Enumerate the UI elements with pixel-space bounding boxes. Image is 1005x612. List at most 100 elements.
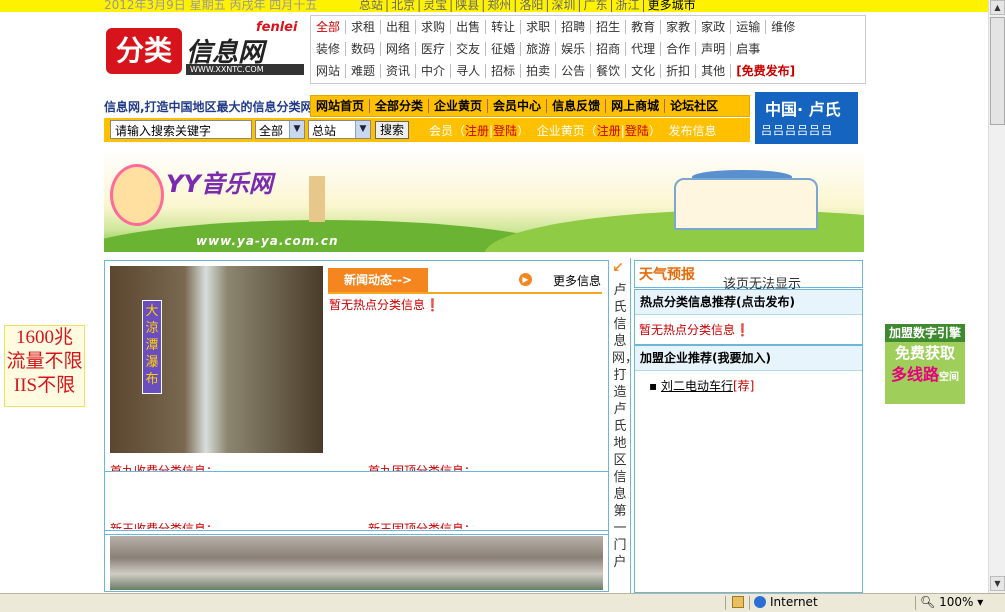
city-link[interactable]: 广东 [581,0,609,12]
member-links: 会员（注册|登陆） 企业黄页（注册|登陆） 发布信息 [429,124,717,138]
category-link[interactable]: 招商 [591,42,627,56]
category-link[interactable]: 求租 [346,20,382,34]
category-link[interactable]: 医疗 [416,42,452,56]
hot-info-title[interactable]: 热点分类信息推荐(点击发布) [635,290,862,315]
banner-ad[interactable]: YY音乐网 www.ya-ya.com.cn [104,150,864,252]
search-bar: 请输入搜索关键字 全部 ▼ 总站 ▼ 搜索 会员（注册|登陆） 企业黄页（注册|… [104,118,750,142]
scroll-up-icon[interactable]: ▲ [990,0,1005,15]
category-link[interactable]: 维修 [766,20,800,34]
category-link[interactable]: 教育 [626,20,662,34]
category-link[interactable]: 出租 [381,20,417,34]
category-link[interactable]: 折扣 [661,64,697,78]
category-link[interactable]: 资讯 [381,64,417,78]
category-link[interactable]: 招生 [591,20,627,34]
category-link[interactable]: 网站 [311,64,347,78]
category-link[interactable]: 招聘 [556,20,592,34]
category-link[interactable]: 声明 [696,42,732,56]
category-link[interactable]: 公告 [556,64,592,78]
category-link[interactable]: 全部 [311,20,347,34]
category-link[interactable]: 招标 [486,64,522,78]
more-info-link[interactable]: 更多信息 [553,272,601,289]
region-box[interactable]: 中国· 卢氏 吕吕吕吕吕吕 [755,92,858,144]
city-link[interactable]: 总站 [357,0,385,12]
section-label: 首九收费分类信息： [110,464,219,471]
city-link[interactable]: 洛阳 [517,0,545,12]
search-input[interactable]: 请输入搜索关键字 [110,120,252,139]
category-link[interactable]: 家政 [696,20,732,34]
right-float-ad[interactable]: 加盟数字引擎 免费获取 多线路空间 [885,324,965,404]
city-link[interactable]: 陕县 [453,0,481,12]
city-link[interactable]: 深圳 [549,0,577,12]
divider [630,258,631,593]
divider [749,596,750,610]
security-zone[interactable]: Internet [754,595,818,609]
category-link[interactable]: 装修 [311,42,347,56]
category-link[interactable]: 文化 [626,64,662,78]
corp-link[interactable]: 刘二电动车行 [661,379,733,393]
left-float-ad[interactable]: 1600兆 流量不限 IIS不限 [4,325,85,407]
banner-url: www.ya-ya.com.cn [196,234,339,248]
nav-all-categories[interactable]: 全部分类 [370,99,430,113]
category-link[interactable]: 娱乐 [556,42,592,56]
category-link[interactable]: 运输 [731,20,767,34]
category-link[interactable]: 网络 [381,42,417,56]
search-button[interactable]: 搜索 [375,121,410,139]
ad-line: 1600兆 [15,327,73,348]
scroll-thumb[interactable] [990,17,1005,125]
site-logo[interactable]: 分类 信息网 fenlei WWW.XXNTC.COM [106,18,306,78]
divider [725,596,726,610]
close-paren: ） [648,124,661,138]
more-cities-link[interactable]: 更多城市 [646,0,698,12]
category-link[interactable]: 拍卖 [521,64,557,78]
scroll-down-icon[interactable]: ▼ [990,576,1005,591]
lower-photo[interactable] [110,536,603,590]
category-link[interactable]: 餐饮 [591,64,627,78]
nav-member-center[interactable]: 会员中心 [488,99,548,113]
category-link[interactable]: 交友 [451,42,487,56]
category-link[interactable]: 旅游 [521,42,557,56]
category-link[interactable]: 数码 [346,42,382,56]
corp-title[interactable]: 加盟企业推荐(我要加入) [635,346,862,371]
member-login-link[interactable]: 登陆 [493,124,517,138]
yellowpage-login-link[interactable]: 登陆 [625,124,649,138]
category-link[interactable]: 代理 [626,42,662,56]
category-link[interactable]: 启事 [731,42,765,56]
chevron-down-icon[interactable]: ▼ [289,121,304,138]
city-link[interactable]: 浙江 [614,0,642,12]
city-link[interactable]: 北京 [389,0,417,12]
member-register-link[interactable]: 注册 [465,124,489,138]
recommend-tag: [荐] [732,379,755,393]
nav-home[interactable]: 网站首页 [311,99,371,113]
news-tab[interactable]: 新闻动态--> [328,268,428,292]
city-link[interactable]: 郑州 [485,0,513,12]
region-sub: 吕吕吕吕吕吕 [761,124,833,137]
category-row: 网站 难题 资讯 中介 寻人 招标 拍卖 公告 餐饮 文化 折扣 其他 [免费发布] [311,60,865,82]
category-link[interactable]: 寻人 [451,64,487,78]
publish-info-link[interactable]: 发布信息 [669,124,717,138]
yellowpage-register-link[interactable]: 注册 [597,124,621,138]
ad-line: IIS不限 [13,375,76,396]
site-select[interactable]: 总站 ▼ [308,120,371,139]
category-link[interactable]: 其他 [696,64,732,78]
category-link[interactable]: 难题 [346,64,382,78]
zoom-control[interactable]: 🔍︎ 100% ▾ [920,595,983,609]
nav-feedback[interactable]: 信息反馈 [547,99,607,113]
city-link[interactable]: 灵宝 [421,0,449,12]
category-link[interactable]: 求购 [416,20,452,34]
category-link[interactable]: 转让 [486,20,522,34]
category-link[interactable]: 中介 [416,64,452,78]
nav-yellow-pages[interactable]: 企业黄页 [429,99,489,113]
category-link[interactable]: 出售 [451,20,487,34]
category-link[interactable]: 求职 [521,20,557,34]
category-link[interactable]: 合作 [661,42,697,56]
category-link[interactable]: 征婚 [486,42,522,56]
scope-select[interactable]: 全部 ▼ [255,120,305,139]
nav-mall[interactable]: 网上商城 [606,99,666,113]
chevron-down-icon[interactable]: ▼ [355,121,370,138]
category-link[interactable]: 家教 [661,20,697,34]
zone-label: Internet [770,595,818,609]
vertical-scrollbar[interactable]: ▲ ▼ [988,0,1005,593]
free-post-link[interactable]: [免费发布] [731,64,800,78]
nav-forum[interactable]: 论坛社区 [665,99,723,113]
waterfall-photo[interactable]: 大涼潭瀑布 [110,266,323,453]
